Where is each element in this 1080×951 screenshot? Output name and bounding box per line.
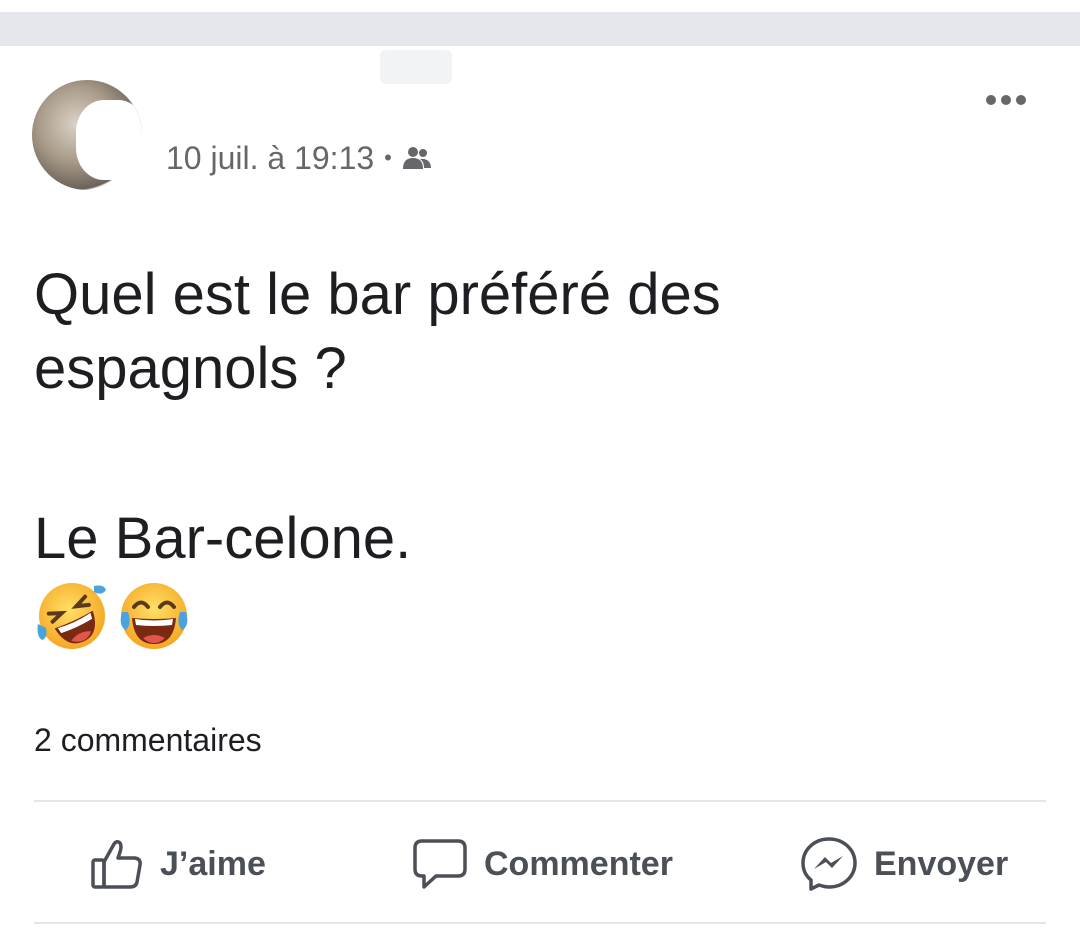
thumbs-up-icon — [91, 839, 142, 889]
top-strip — [0, 12, 1080, 46]
post-text-line: espagnols ? — [34, 336, 347, 401]
post-text-line: Quel est le bar préféré des — [34, 262, 721, 327]
send-button[interactable]: Envoyer — [800, 812, 1008, 916]
comments-count-link[interactable]: 2 commentaires — [34, 722, 262, 759]
redacted-author-name — [380, 50, 452, 84]
emoji-row — [34, 578, 192, 656]
friends-icon[interactable] — [402, 145, 432, 171]
divider — [34, 922, 1046, 924]
avatar-redaction — [76, 100, 142, 180]
action-bar: J’aime Commenter Envoyer — [34, 812, 1046, 916]
send-label: Envoyer — [874, 844, 1009, 883]
more-options-button[interactable] — [978, 84, 1034, 116]
meta-separator: • — [384, 145, 392, 170]
more-dot-icon — [986, 95, 996, 105]
comment-button[interactable]: Commenter — [412, 812, 673, 916]
post-punchline: Le Bar-celone. — [34, 506, 412, 571]
post-meta: 10 juil. à 19:13 • — [166, 138, 432, 178]
post-text: Quel est le bar préféré des espagnols ? — [34, 258, 1034, 406]
rolling-on-floor-laughing-emoji — [37, 583, 106, 649]
face-with-tears-of-joy-emoji — [120, 583, 188, 649]
comment-bubble-icon — [413, 839, 467, 889]
comment-label: Commenter — [484, 844, 673, 883]
post-timestamp[interactable]: 10 juil. à 19:13 — [166, 140, 374, 177]
messenger-icon — [801, 837, 857, 891]
like-button[interactable]: J’aime — [90, 812, 266, 916]
more-dot-icon — [1001, 95, 1011, 105]
avatar[interactable] — [32, 80, 142, 190]
divider — [34, 800, 1046, 802]
like-label: J’aime — [160, 844, 266, 883]
more-dot-icon — [1016, 95, 1026, 105]
